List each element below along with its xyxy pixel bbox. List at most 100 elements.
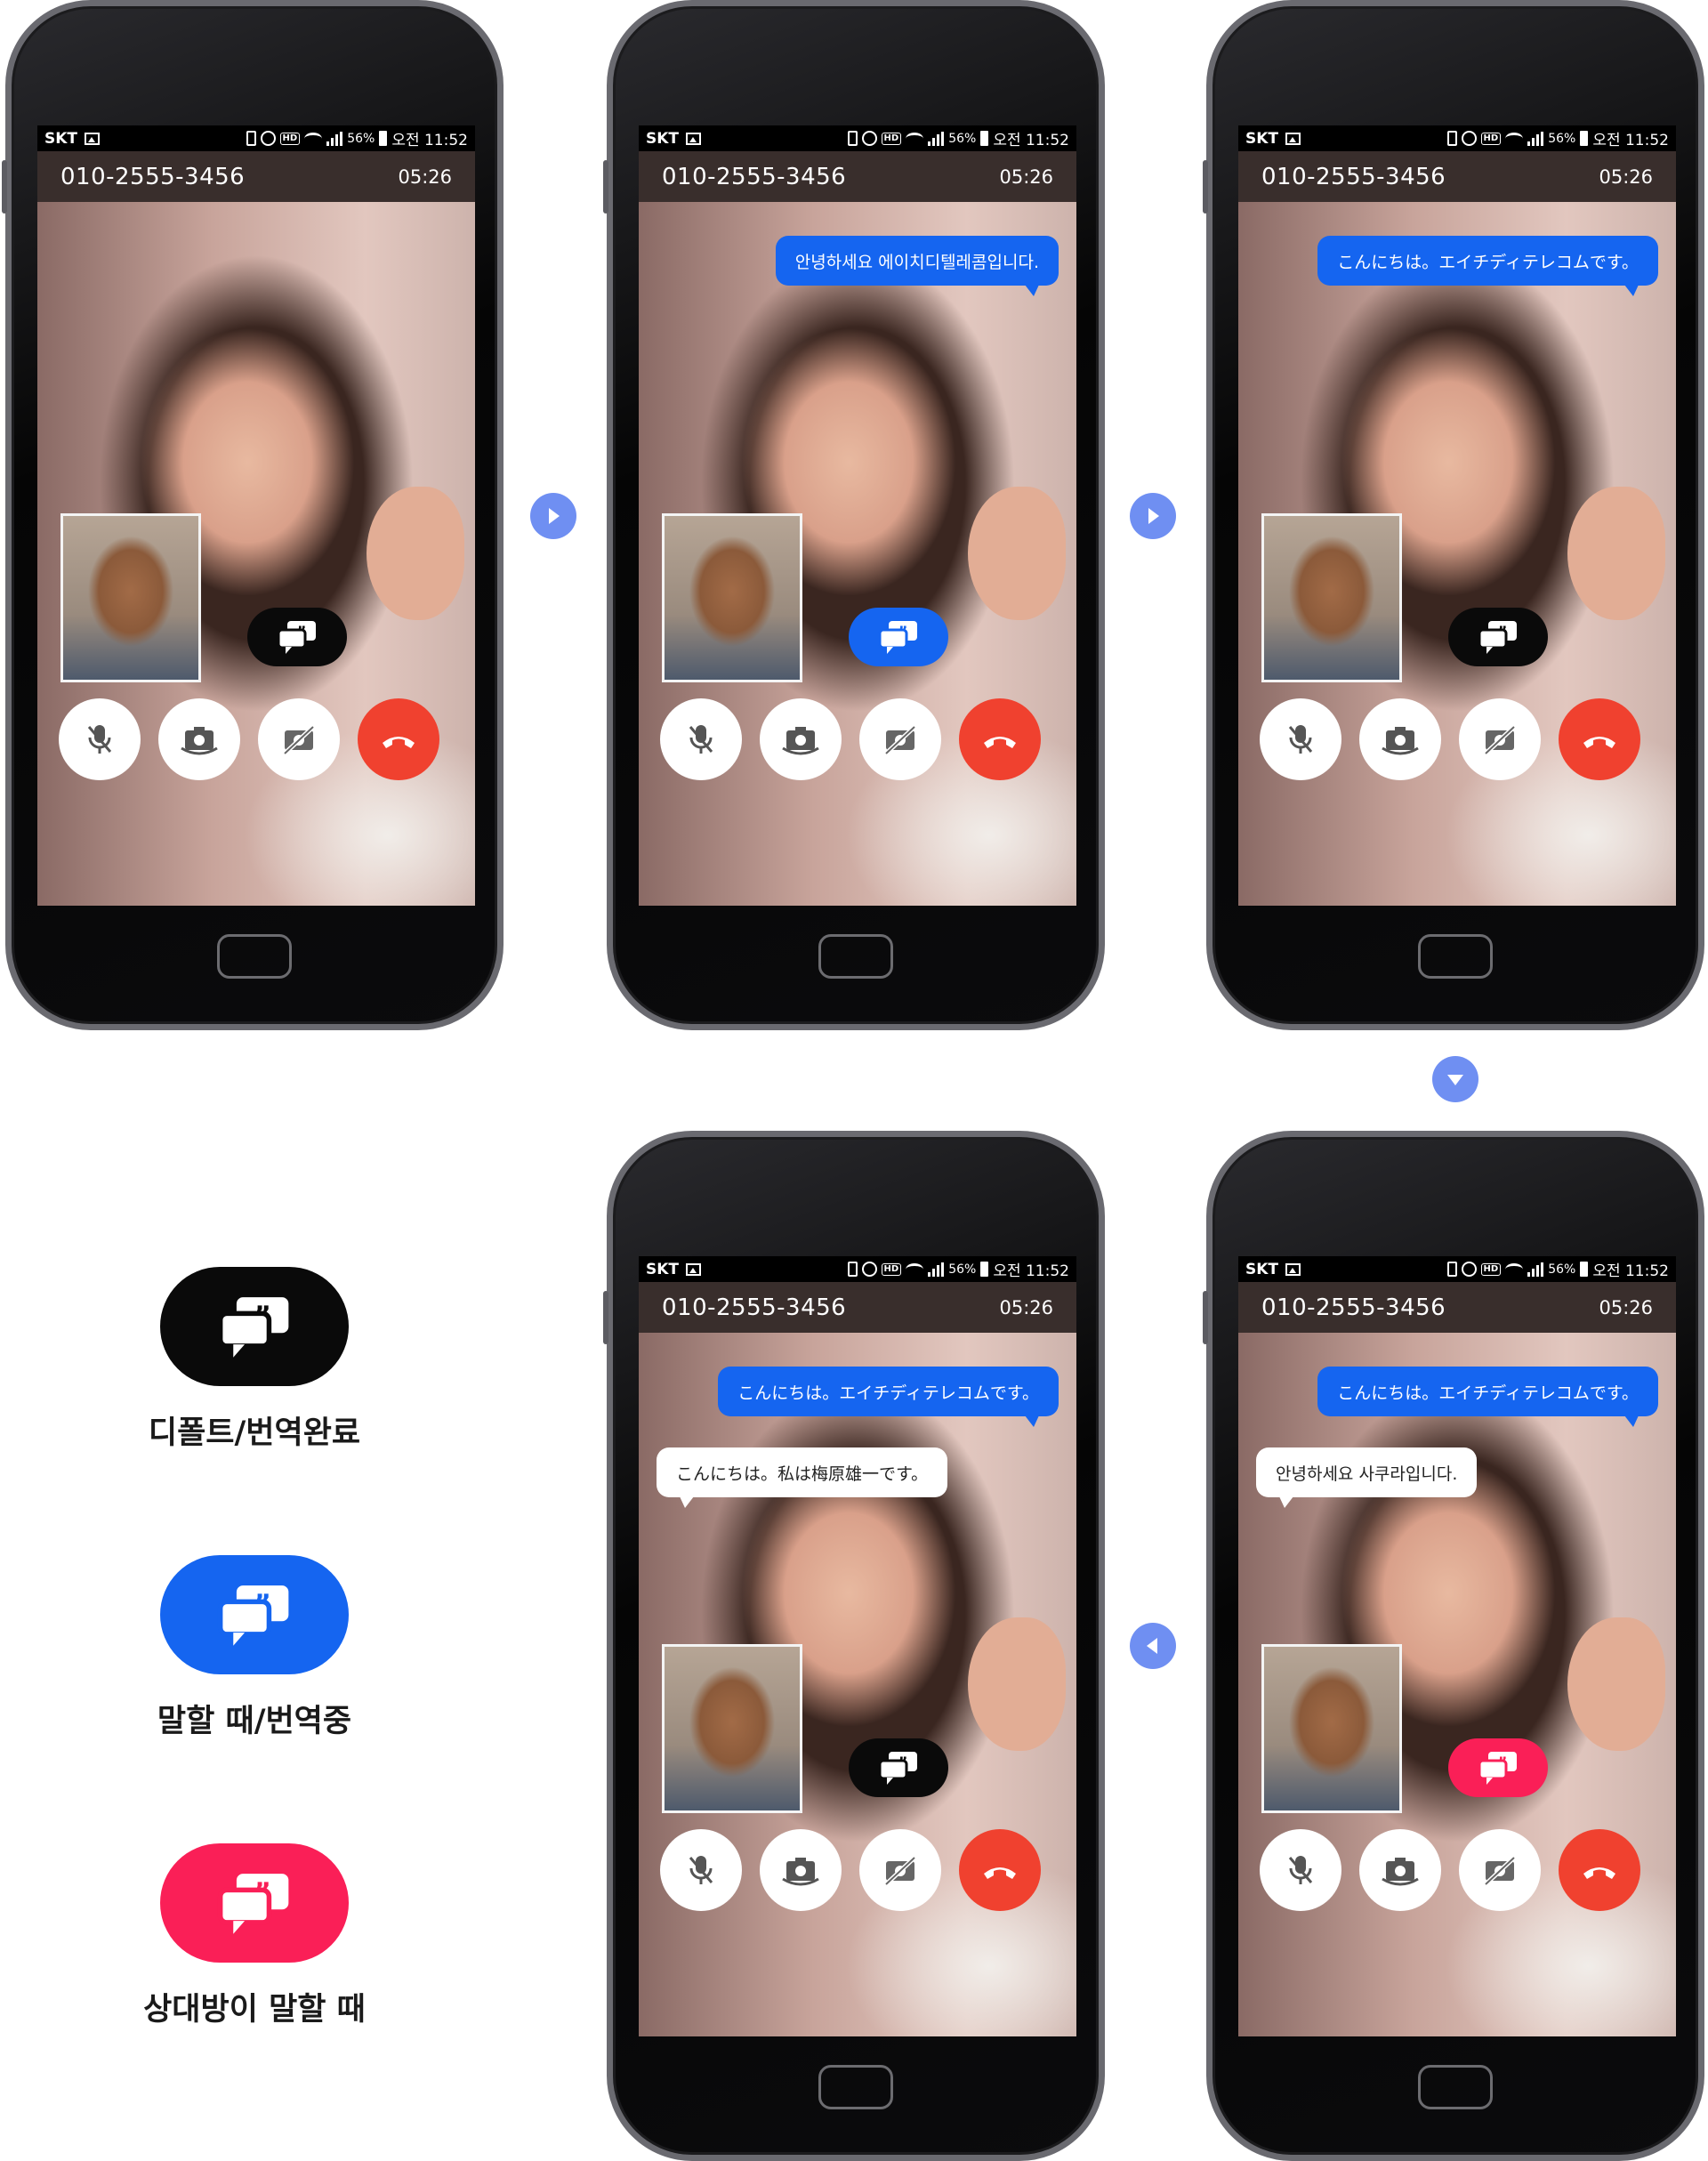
self-video-preview[interactable] [1261, 1644, 1402, 1813]
end-call-icon [984, 737, 1016, 748]
end-call-icon [984, 1867, 1016, 1879]
translate-button[interactable]: ” [849, 1738, 948, 1797]
battery-icon [1580, 1262, 1589, 1277]
mute-button[interactable] [59, 698, 141, 780]
translate-button[interactable]: ” [1448, 1738, 1548, 1797]
end-call-button[interactable] [959, 1829, 1041, 1911]
svg-text:”: ” [1498, 1754, 1508, 1770]
wifi-icon [1505, 1262, 1524, 1276]
self-video-preview[interactable] [662, 513, 802, 682]
battery-level: 56% [1548, 1262, 1576, 1277]
screen: SKT HD 56% 오전 11:52 010-2555-3456 05:26 … [639, 125, 1076, 906]
self-video-preview[interactable] [1261, 513, 1402, 682]
image-icon [1285, 132, 1301, 145]
clock: 오전 11:52 [1592, 1262, 1669, 1280]
switch-camera-button[interactable] [158, 698, 240, 780]
legend-default-label: 디폴트/번역완료 [148, 1415, 361, 1451]
switch-camera-button[interactable] [1359, 698, 1441, 780]
signal-icon [928, 1262, 945, 1277]
alarm-icon [260, 131, 276, 146]
switch-camera-button[interactable] [760, 698, 842, 780]
camera-switch-icon [782, 1858, 819, 1886]
vibrate-icon [1446, 131, 1457, 146]
end-call-button[interactable] [1559, 1829, 1640, 1911]
mute-button[interactable] [1260, 698, 1341, 780]
battery-level: 56% [948, 1262, 977, 1277]
battery-icon [980, 131, 989, 146]
phone-4: SKT HD 56% 오전 11:52 010-2555-3456 05:26 … [603, 1131, 1105, 2161]
translate-button[interactable]: ” [1448, 608, 1548, 666]
switch-camera-button[interactable] [760, 1829, 842, 1911]
status-bar: SKT HD 56% 오전 11:52 [37, 125, 475, 151]
home-button[interactable] [217, 934, 292, 979]
my-speech-bubble: こんにちは。エイチディテレコムです。 [718, 1367, 1059, 1427]
end-call-button[interactable] [358, 698, 439, 780]
signal-icon [1527, 131, 1544, 146]
clock: 오전 11:52 [993, 1262, 1069, 1280]
legend-other-label: 상대방이 말할 때 [143, 1992, 366, 2028]
call-timer: 05:26 [1599, 165, 1653, 188]
status-bar: SKT HD 56% 오전 11:52 [1238, 1256, 1676, 1282]
play-right-icon [1148, 508, 1159, 524]
clock: 오전 11:52 [993, 132, 1069, 149]
mute-button[interactable] [660, 1829, 742, 1911]
call-header: 010-2555-3456 05:26 [1238, 1282, 1676, 1333]
signal-icon [1527, 1262, 1544, 1277]
video-off-button[interactable] [1459, 698, 1541, 780]
video-off-button[interactable] [1459, 1829, 1541, 1911]
image-icon [85, 132, 101, 145]
home-button[interactable] [1418, 2065, 1493, 2109]
my-speech-bubble: こんにちは。エイチディテレコムです。 [1317, 1367, 1658, 1427]
mute-button[interactable] [1260, 1829, 1341, 1911]
svg-text:”: ” [898, 623, 908, 640]
video-off-icon [1484, 1856, 1516, 1886]
play-down-icon [1447, 1075, 1463, 1085]
end-call-icon [1583, 737, 1615, 748]
call-timer: 05:26 [398, 165, 452, 188]
screen: SKT HD 56% 오전 11:52 010-2555-3456 05:26 … [1238, 1256, 1676, 2036]
video-off-button[interactable] [859, 1829, 941, 1911]
end-call-button[interactable] [959, 698, 1041, 780]
self-video-preview[interactable] [662, 1644, 802, 1813]
self-video-preview[interactable] [60, 513, 201, 682]
translate-icon: ” [878, 621, 917, 654]
mute-button[interactable] [660, 698, 742, 780]
screen: SKT HD 56% 오전 11:52 010-2555-3456 05:26 … [1238, 125, 1676, 906]
battery-level: 56% [347, 131, 375, 146]
translate-icon: ” [217, 1874, 289, 1934]
vibrate-icon [1446, 1262, 1457, 1277]
home-button[interactable] [1418, 934, 1493, 979]
wifi-icon [304, 132, 323, 145]
signal-icon [326, 131, 343, 146]
vibrate-icon [246, 131, 256, 146]
hd-voice-icon: HD [279, 132, 301, 145]
svg-text:”: ” [254, 1301, 271, 1331]
alarm-icon [1461, 1262, 1477, 1277]
phone-1: SKT HD 56% 오전 11:52 010-2555-3456 05:26 … [2, 0, 504, 1030]
phone-number: 010-2555-3456 [1261, 1294, 1446, 1321]
translate-button[interactable]: ” [849, 608, 948, 666]
legend-speaking-swatch: ” [160, 1555, 349, 1674]
translate-button[interactable]: ” [247, 608, 347, 666]
switch-camera-button[interactable] [1359, 1829, 1441, 1911]
end-call-button[interactable] [1559, 698, 1640, 780]
call-header: 010-2555-3456 05:26 [1238, 151, 1676, 202]
translate-icon: ” [277, 621, 316, 654]
flow-arrow-right-1 [530, 493, 576, 539]
legend-default-swatch: ” [160, 1267, 349, 1386]
hd-voice-icon: HD [1480, 132, 1502, 145]
home-button[interactable] [818, 2065, 893, 2109]
camera-switch-icon [181, 727, 218, 755]
call-header: 010-2555-3456 05:26 [639, 1282, 1076, 1333]
translate-icon: ” [217, 1585, 289, 1646]
phone-number: 010-2555-3456 [662, 163, 847, 190]
home-button[interactable] [818, 934, 893, 979]
status-bar: SKT HD 56% 오전 11:52 [639, 1256, 1076, 1282]
translate-icon: ” [1478, 1752, 1517, 1785]
translate-icon: ” [217, 1297, 289, 1358]
video-off-button[interactable] [859, 698, 941, 780]
legend-speaking-label: 말할 때/번역중 [157, 1704, 352, 1739]
flow-arrow-left [1130, 1623, 1176, 1669]
video-off-button[interactable] [258, 698, 340, 780]
call-timer: 05:26 [999, 1296, 1053, 1318]
